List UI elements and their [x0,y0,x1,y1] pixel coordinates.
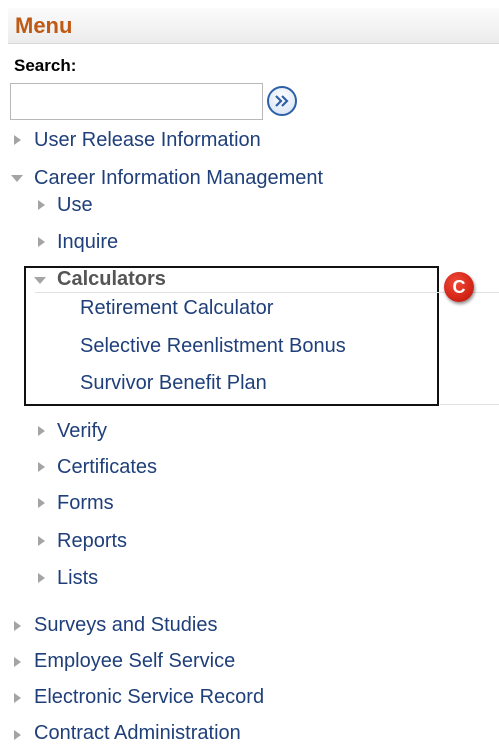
nav-item-contract-admin[interactable]: Contract Administration [34,721,241,745]
double-chevron-right-icon [275,95,289,107]
nav-item-inquire[interactable]: Inquire [57,230,118,254]
expanded-arrow-icon[interactable] [34,277,46,284]
nav-item-label: Survivor Benefit Plan [80,372,267,394]
nav-link-selective-reenlistment-bonus[interactable]: Selective Reenlistment Bonus [80,334,346,358]
nav-item-label: Retirement Calculator [80,297,274,319]
nav-item-label: Lists [57,567,99,589]
collapsed-arrow-icon[interactable] [14,621,21,631]
search-label: Search: [14,56,77,75]
nav-item-calculators[interactable]: Calculators [57,267,166,291]
nav-item-label: Contract Administration [34,722,241,744]
divider [35,292,499,293]
collapsed-arrow-icon[interactable] [14,657,21,667]
nav-item-label: Employee Self Service [34,650,236,672]
nav-item-verify[interactable]: Verify [57,419,107,443]
collapsed-arrow-icon[interactable] [14,693,21,703]
nav-item-electronic-service-record[interactable]: Electronic Service Record [34,685,264,709]
nav-item-label: Certificates [57,456,158,478]
nav-item-label: User Release Information [34,129,261,151]
nav-item-surveys[interactable]: Surveys and Studies [34,613,217,637]
nav-link-retirement-calculator[interactable]: Retirement Calculator [80,296,273,320]
collapsed-arrow-icon[interactable] [38,462,45,472]
nav-item-employee-self-service[interactable]: Employee Self Service [34,649,235,673]
collapsed-arrow-icon[interactable] [38,200,45,210]
nav-item-label: Calculators [57,268,166,290]
collapsed-arrow-icon[interactable] [14,730,21,740]
nav-item-label: Career Information Management [34,167,324,189]
nav-item-label: Electronic Service Record [34,686,265,708]
collapsed-arrow-icon[interactable] [38,573,45,583]
search-input[interactable] [10,83,263,120]
menu-title: Menu [15,13,73,38]
nav-item-label: Surveys and Studies [34,614,218,636]
nav-item-label: Reports [57,530,128,552]
search-go-button[interactable] [267,86,297,116]
nav-item-forms[interactable]: Forms [57,491,114,515]
nav-link-survivor-benefit-plan[interactable]: Survivor Benefit Plan [80,371,267,395]
collapsed-arrow-icon[interactable] [38,536,45,546]
nav-item-lists[interactable]: Lists [57,566,98,590]
badge-letter: C [452,276,466,297]
nav-item-reports[interactable]: Reports [57,529,127,553]
nav-item-label: Use [57,194,93,216]
nav-item-user-release[interactable]: User Release Information [34,128,261,152]
collapsed-arrow-icon[interactable] [38,237,45,247]
annotation-badge: C [444,272,474,302]
nav-item-use[interactable]: Use [57,193,93,217]
nav-item-certificates[interactable]: Certificates [57,455,157,479]
nav-item-label: Forms [57,492,114,514]
nav-item-career-info[interactable]: Career Information Management [34,166,323,190]
menu-header: Menu [8,8,499,44]
nav-item-label: Selective Reenlistment Bonus [80,335,346,357]
collapsed-arrow-icon[interactable] [38,498,45,508]
expanded-arrow-icon[interactable] [11,175,23,182]
collapsed-arrow-icon[interactable] [38,426,45,436]
divider [440,404,499,405]
collapsed-arrow-icon[interactable] [14,135,21,145]
nav-item-label: Verify [57,420,108,442]
nav-item-label: Inquire [57,231,119,253]
